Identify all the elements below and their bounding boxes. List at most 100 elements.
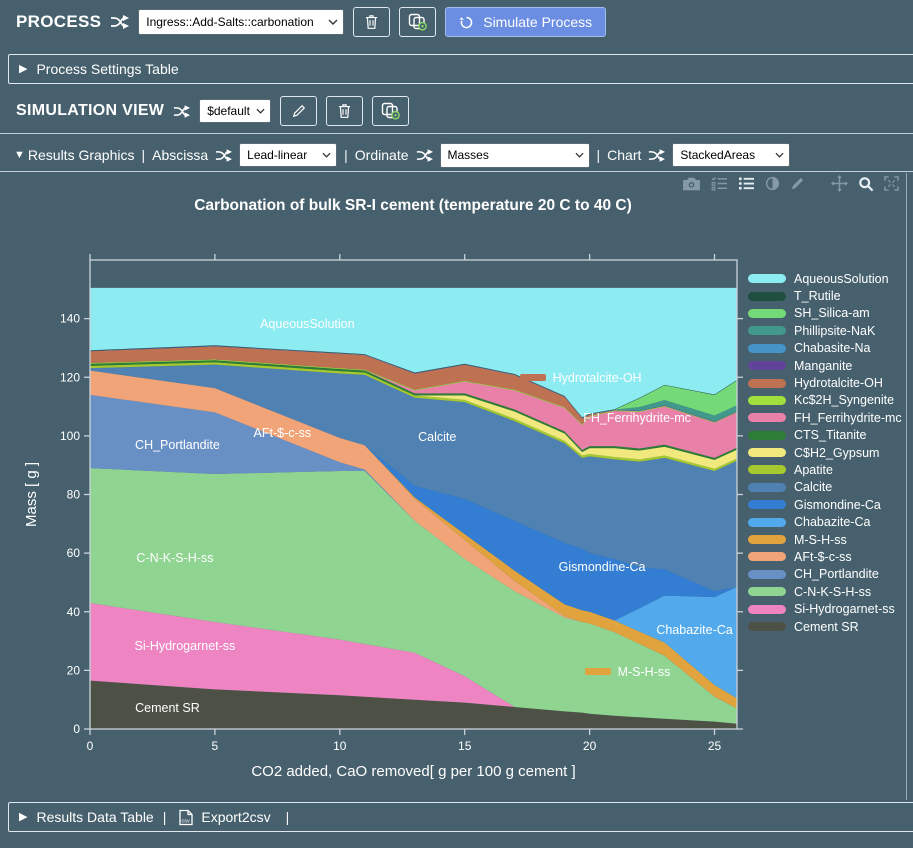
legend-item[interactable]: SH_Silica-am [748,305,902,322]
x-axis-title: CO2 added, CaO removed[ g per 100 g ceme… [251,763,575,780]
ordinate-selector[interactable]: Masses [440,143,590,168]
legend-swatch [748,483,786,492]
chart-type-selector[interactable]: StackedAreas [672,143,790,167]
x-tick-label: 15 [458,739,472,753]
legend-swatch [748,413,786,422]
view-selector-value: $default [207,104,250,118]
legend-label: AqueousSolution [794,272,889,286]
abscissa-selector[interactable]: Lead-linear [239,143,337,167]
app-window: PROCESS Ingress::Add-Salts::carbonation … [0,0,913,848]
legend-label: Chabasite-Na [794,341,870,355]
clone-process-button[interactable] [399,7,436,37]
legend-item[interactable]: T_Rutile [748,287,902,304]
x-tick-label: 25 [708,739,722,753]
trash-icon [365,14,378,30]
process-selector-value: Ingress::Add-Salts::carbonation [146,15,313,29]
draw-pencil-icon[interactable] [790,176,805,191]
legend-swatch [748,500,786,509]
simulation-view-title: SIMULATION VIEW [16,102,164,120]
legend-swatch [748,344,786,353]
export2csv-button[interactable]: csv Export2csv [179,809,270,826]
y-tick-label: 60 [67,546,81,560]
legend-label: Hydrotalcite-OH [794,376,883,390]
legend-item[interactable]: Calcite [748,479,902,496]
axes-settings-icon[interactable] [711,176,728,191]
legend-swatch [748,448,786,457]
separator-pipe: | [286,809,290,825]
legend-label: C$H2_Gypsum [794,446,879,460]
legend-item[interactable]: Si-Hydrogarnet-ss [748,600,902,617]
contrast-icon[interactable] [765,176,780,191]
legend-item[interactable]: C-N-K-S-H-ss [748,583,902,600]
legend-swatch [748,570,786,579]
legend-item[interactable]: CTS_Titanite [748,427,902,444]
edit-view-button[interactable] [280,96,317,126]
process-selector[interactable]: Ingress::Add-Salts::carbonation [138,9,344,35]
legend-label: Si-Hydrogarnet-ss [794,602,895,616]
results-data-table-toggle[interactable]: ▶ Results Data Table [19,809,154,825]
collapsed-triangle-icon: ▶ [19,812,27,823]
chevron-down-icon [328,19,338,25]
legend-item[interactable]: Chabasite-Na [748,340,902,357]
shuffle-icon[interactable] [110,15,129,29]
legend-swatch [748,518,786,527]
results-graphics-toggle[interactable]: ▼ Results Graphics [14,147,134,163]
legend-item[interactable]: Cement SR [748,618,902,635]
svg-text:csv: csv [182,818,191,824]
legend-item[interactable]: Chabazite-Ca [748,513,902,530]
legend-label: FH_Ferrihydrite-mc [794,411,902,425]
shuffle-icon[interactable] [648,149,665,162]
y-tick-label: 100 [60,429,80,443]
delete-process-button[interactable] [353,7,390,37]
separator-pipe: | [597,147,601,163]
clone-view-button[interactable] [372,96,409,126]
legend-label: Calcite [794,480,832,494]
autoscale-expand-icon[interactable] [884,176,899,191]
chart-modebar [682,175,899,192]
y-tick-label: 120 [60,370,80,384]
legend-item[interactable]: Apatite [748,461,902,478]
legend-item[interactable]: Kc$2H_Syngenite [748,392,902,409]
legend-item[interactable]: Hydrotalcite-OH [748,374,902,391]
legend-item[interactable]: CH_Portlandite [748,566,902,583]
delete-view-button[interactable] [326,96,363,126]
legend-swatch [748,396,786,405]
legend-label: M-S-H-ss [794,533,847,547]
legend-item[interactable]: FH_Ferrihydrite-mc [748,409,902,426]
legend-swatch [748,309,786,318]
legend-item[interactable]: Manganite [748,357,902,374]
chart-title: Carbonation of bulk SR-I cement (tempera… [0,197,826,215]
legend-swatch [748,379,786,388]
y-tick-label: 20 [67,663,81,677]
legend-item[interactable]: AqueousSolution [748,270,902,287]
separator-pipe: | [344,147,348,163]
y-axis-title: Mass [ g ] [23,462,40,527]
abscissa-label: Abscissa [152,147,208,163]
chart-type-selector-value: StackedAreas [680,148,755,162]
y-tick-label: 80 [67,488,81,502]
shuffle-icon[interactable] [215,149,232,162]
pan-move-icon[interactable] [831,175,848,192]
chart-legend: AqueousSolutionT_RutileSH_Silica-amPhill… [748,270,902,635]
chevron-down-icon [256,108,265,114]
chevron-down-icon [322,152,331,158]
legend-item[interactable]: AFt-$-c-ss [748,548,902,565]
view-selector[interactable]: $default [199,99,271,123]
simulate-process-button[interactable]: Simulate Process [445,7,606,37]
camera-icon[interactable] [682,176,701,191]
chart-panel: Carbonation of bulk SR-I cement (tempera… [0,171,913,801]
legend-item[interactable]: M-S-H-ss [748,531,902,548]
legend-item[interactable]: Phillipsite-NaK [748,322,902,339]
process-settings-toggle[interactable]: ▶ Process Settings Table [8,54,913,84]
ordinate-selector-value: Masses [448,148,489,162]
y-tick-label: 0 [73,722,80,736]
toggle-list-icon[interactable] [738,176,755,191]
simulate-process-label: Simulate Process [483,14,592,30]
trash-icon [338,103,351,119]
shuffle-icon[interactable] [416,149,433,162]
separator-pipe: | [141,147,145,163]
zoom-magnifier-icon[interactable] [858,176,874,192]
shuffle-icon[interactable] [173,105,190,118]
legend-item[interactable]: C$H2_Gypsum [748,444,902,461]
legend-item[interactable]: Gismondine-Ca [748,496,902,513]
